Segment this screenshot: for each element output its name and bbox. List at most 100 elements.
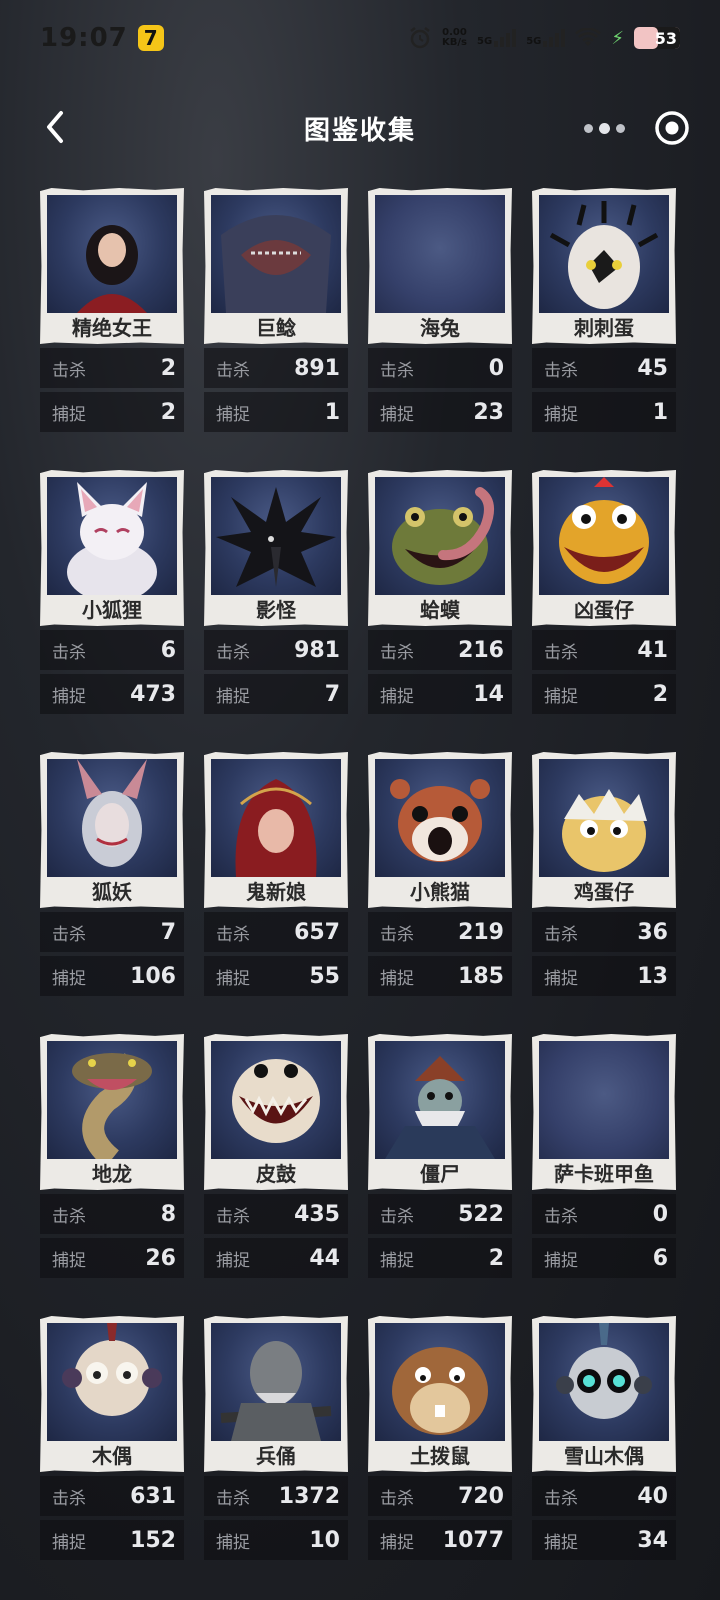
kills-value: 219 xyxy=(458,919,504,945)
monster-grid: 精绝女王 击杀 2 捕捉 2 巨鲶 击杀 891 捕捉 1 海兔 击杀 0 捕捉 23 刺刺蛋 击杀 45 捕捉 1 小… xyxy=(40,188,680,1598)
kills-label: 击杀 xyxy=(380,642,414,663)
captures-row: 捕捉 13 xyxy=(532,956,676,996)
monster-name: 鸡蛋仔 xyxy=(574,880,634,904)
monster-portrait xyxy=(211,477,341,595)
kills-row: 击杀 41 xyxy=(532,630,676,670)
captures-row: 捕捉 10 xyxy=(204,1520,348,1560)
captures-row: 捕捉 34 xyxy=(532,1520,676,1560)
monster-name: 鬼新娘 xyxy=(246,880,306,904)
captures-row: 捕捉 185 xyxy=(368,956,512,996)
kills-label: 击杀 xyxy=(216,360,250,381)
monster-card[interactable]: 地龙击杀 8 捕捉 26 xyxy=(40,1034,184,1316)
monster-card[interactable]: 皮鼓 击杀 435 捕捉 44 xyxy=(204,1034,348,1316)
monster-image xyxy=(216,487,336,587)
monster-card[interactable]: 蛤蟆 击杀 216 捕捉 14 xyxy=(368,470,512,752)
kills-value: 981 xyxy=(294,637,340,663)
monster-image xyxy=(539,1041,669,1159)
captures-label: 捕捉 xyxy=(52,404,86,425)
captures-row: 捕捉 26 xyxy=(40,1238,184,1278)
monster-photo-frame: 凶蛋仔 xyxy=(532,470,676,626)
monster-photo-frame: 雪山木偶 xyxy=(532,1316,676,1472)
monster-name: 土拨鼠 xyxy=(410,1444,470,1468)
close-button[interactable] xyxy=(652,108,692,148)
monster-image xyxy=(235,779,317,877)
signal-label-1: 5G xyxy=(477,36,493,47)
monster-photo-frame: 鬼新娘 xyxy=(204,752,348,908)
captures-value: 2 xyxy=(160,399,176,425)
kills-row: 击杀 216 xyxy=(368,630,512,670)
kills-label: 击杀 xyxy=(544,360,578,381)
kills-value: 36 xyxy=(637,919,668,945)
monster-photo-frame: 海兔 xyxy=(368,188,512,344)
monster-image xyxy=(385,1056,495,1159)
captures-label: 捕捉 xyxy=(380,1250,414,1271)
monster-photo-frame: 蛤蟆 xyxy=(368,470,512,626)
monster-image xyxy=(67,482,157,595)
captures-value: 10 xyxy=(309,1527,340,1553)
monster-card[interactable]: 影怪 击杀 981 捕捉 7 xyxy=(204,470,348,752)
more-button[interactable] xyxy=(552,122,625,134)
monster-image xyxy=(556,1323,652,1419)
monster-card[interactable]: 土拨鼠 击杀 720 捕捉 1077 xyxy=(368,1316,512,1598)
captures-label: 捕捉 xyxy=(216,968,250,989)
monster-portrait xyxy=(211,759,341,877)
kills-row: 击杀 8 xyxy=(40,1194,184,1234)
kills-row: 击杀 891 xyxy=(204,348,348,388)
kills-value: 720 xyxy=(458,1483,504,1509)
captures-value: 13 xyxy=(637,963,668,989)
kills-row: 击杀 657 xyxy=(204,912,348,952)
monster-photo-frame: 巨鲶 xyxy=(204,188,348,344)
kills-value: 435 xyxy=(294,1201,340,1227)
monster-card[interactable]: 兵俑 击杀 1372 捕捉 10 xyxy=(204,1316,348,1598)
monster-card[interactable]: 雪山木偶 击杀 40 捕捉 34 xyxy=(532,1316,676,1598)
kills-label: 击杀 xyxy=(380,1488,414,1509)
alarm-icon xyxy=(410,27,430,49)
monster-card[interactable]: 刺刺蛋 击杀 45 捕捉 1 xyxy=(532,188,676,470)
captures-value: 44 xyxy=(309,1245,340,1271)
monster-card[interactable]: 海兔 击杀 0 捕捉 23 xyxy=(368,188,512,470)
kills-value: 522 xyxy=(458,1201,504,1227)
monster-photo-frame: 兵俑 xyxy=(204,1316,348,1472)
monster-card[interactable]: 狐妖 击杀 7 捕捉 106 xyxy=(40,752,184,1034)
monster-card[interactable]: 小狐狸 击杀 6 捕捉 473 xyxy=(40,470,184,752)
kills-value: 41 xyxy=(637,637,668,663)
captures-value: 34 xyxy=(637,1527,668,1553)
monster-photo-frame: 小狐狸 xyxy=(40,470,184,626)
captures-row: 捕捉 14 xyxy=(368,674,512,714)
kills-row: 击杀 522 xyxy=(368,1194,512,1234)
monster-card[interactable]: 萨卡班甲鱼 击杀 0 捕捉 6 xyxy=(532,1034,676,1316)
captures-label: 捕捉 xyxy=(380,968,414,989)
captures-row: 捕捉 2 xyxy=(368,1238,512,1278)
monster-photo-frame: 皮鼓 xyxy=(204,1034,348,1190)
battery-level: 53 xyxy=(654,28,677,48)
kills-label: 击杀 xyxy=(544,642,578,663)
monster-card[interactable]: 僵尸 击杀 522 捕捉 2 xyxy=(368,1034,512,1316)
monster-portrait xyxy=(211,1323,341,1441)
kills-row: 击杀 219 xyxy=(368,912,512,952)
monster-portrait xyxy=(211,195,341,313)
kills-label: 击杀 xyxy=(380,1206,414,1227)
kills-value: 7 xyxy=(160,919,176,945)
kills-value: 6 xyxy=(160,637,176,663)
monster-image xyxy=(72,1053,152,1159)
monster-card[interactable]: 精绝女王 击杀 2 捕捉 2 xyxy=(40,188,184,470)
monster-name: 地龙 xyxy=(92,1162,132,1186)
page-title: 图鉴收集 xyxy=(303,115,416,146)
kills-label: 击杀 xyxy=(216,1206,250,1227)
back-button[interactable] xyxy=(30,102,80,152)
kills-label: 击杀 xyxy=(544,1206,578,1227)
kills-label: 击杀 xyxy=(52,360,86,381)
monster-card[interactable]: 小熊猫 击杀 219 捕捉 185 xyxy=(368,752,512,1034)
monster-card[interactable]: 鸡蛋仔 击杀 36 捕捉 13 xyxy=(532,752,676,1034)
monster-photo-frame: 狐妖 xyxy=(40,752,184,908)
captures-value: 23 xyxy=(473,399,504,425)
monster-card[interactable]: 鬼新娘 击杀 657 捕捉 55 xyxy=(204,752,348,1034)
monster-portrait xyxy=(375,195,505,313)
monster-name: 精绝女王 xyxy=(72,316,152,340)
monster-card[interactable]: 凶蛋仔 击杀 41 捕捉 2 xyxy=(532,470,676,752)
kills-label: 击杀 xyxy=(52,1206,86,1227)
kills-label: 击杀 xyxy=(544,1488,578,1509)
monster-card[interactable]: 巨鲶 击杀 891 捕捉 1 xyxy=(204,188,348,470)
monster-name: 狐妖 xyxy=(92,880,132,904)
monster-card[interactable]: 木偶 击杀 631 捕捉 152 xyxy=(40,1316,184,1598)
